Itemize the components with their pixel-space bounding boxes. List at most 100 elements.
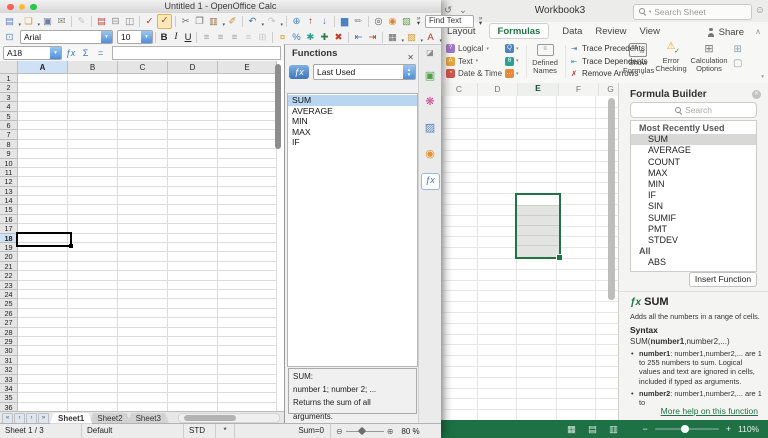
cell-E31[interactable] [218,356,277,365]
cell-E20[interactable] [218,252,277,261]
cell-A6[interactable] [18,121,68,130]
cell-E32[interactable] [218,365,277,374]
cell-A16[interactable] [18,215,68,224]
cell-D1[interactable] [168,74,218,83]
sum-icon[interactable]: Σ [79,48,92,58]
share-button[interactable]: Share [707,27,744,38]
close-window-button[interactable] [7,4,14,11]
cell-A32[interactable] [18,365,68,374]
cell-D21[interactable] [168,262,218,271]
cell-B32[interactable] [68,365,118,374]
row-header-16[interactable]: 16 [0,215,18,224]
zoom-in-icon[interactable]: ⊕ [387,425,394,438]
cell-E13[interactable] [218,187,277,196]
row-header-31[interactable]: 31 [0,356,18,365]
column-header-C[interactable]: C [118,61,168,74]
cell-C10[interactable] [118,159,168,168]
row-header-23[interactable]: 23 [0,281,18,290]
cell-C8[interactable] [118,140,168,149]
cell-B10[interactable] [68,159,118,168]
insert-function-button[interactable]: Insert Function [689,272,757,287]
search-sheet-input[interactable]: ▾ Search Sheet [633,4,752,20]
cell-C21[interactable] [118,262,168,271]
grid-corner-select-all[interactable] [0,61,18,74]
clone-formatting-icon[interactable]: ✐ [226,15,239,28]
feedback-smiley-icon[interactable]: ☺ [755,5,765,16]
cell-D17[interactable] [168,224,218,233]
cell-B18[interactable] [68,234,118,243]
zoom-in-button[interactable]: + [726,424,731,434]
cell-D13[interactable] [168,187,218,196]
cell-E14[interactable] [218,196,277,205]
align-left-icon[interactable]: ≡ [200,31,213,44]
functions-icon[interactable]: ƒx [421,173,440,190]
column-header-B[interactable]: B [68,61,118,74]
row-header-4[interactable]: 4 [0,102,18,111]
function-item-average[interactable]: AVERAGE [288,106,417,117]
name-box-dropdown[interactable]: ▾ [50,47,61,59]
cell-B16[interactable] [68,215,118,224]
cell-B1[interactable] [68,74,118,83]
sheet-tab-sheet2[interactable]: Sheet2 [89,413,130,424]
cell-A35[interactable] [18,393,68,402]
row-header-8[interactable]: 8 [0,140,18,149]
sort-descending-icon[interactable]: ↓ [318,15,331,28]
cell-A34[interactable] [18,384,68,393]
cell-E16[interactable] [218,215,277,224]
font-name-combo[interactable]: Arial ▾ [20,30,113,44]
cell-C7[interactable] [118,130,168,139]
equals-icon[interactable]: = [94,48,107,58]
row-header-26[interactable]: 26 [0,309,18,318]
cell-B35[interactable] [68,393,118,402]
row-header-27[interactable]: 27 [0,318,18,327]
delete-decimal-icon[interactable]: ✖ [332,31,345,44]
zoom-slider[interactable] [346,431,384,432]
function-item-min[interactable]: MIN [631,179,756,190]
cell-B8[interactable] [68,140,118,149]
cell-D24[interactable] [168,290,218,299]
cell-B31[interactable] [68,356,118,365]
cell-E4[interactable] [218,102,277,111]
cell-B26[interactable] [68,309,118,318]
cell-D20[interactable] [168,252,218,261]
cell-D23[interactable] [168,281,218,290]
lookup-reference-icon-button[interactable]: Q▾ [505,43,519,56]
cell-B13[interactable] [68,187,118,196]
cell-E26[interactable] [218,309,277,318]
column-header-D[interactable]: D [168,61,218,74]
cell-C25[interactable] [118,299,168,308]
cell-C3[interactable] [118,93,168,102]
function-wizard-icon[interactable]: ƒx [64,48,77,58]
cell-D10[interactable] [168,159,218,168]
row-header-5[interactable]: 5 [0,112,18,121]
previous-sheet-button[interactable]: ‹ [14,413,25,424]
cell-B29[interactable] [68,337,118,346]
combo-dropdown-button[interactable]: ▾ [141,31,152,43]
cell-D14[interactable] [168,196,218,205]
cell-A22[interactable] [18,271,68,280]
cell-C5[interactable] [118,112,168,121]
cell-D5[interactable] [168,112,218,121]
row-header-7[interactable]: 7 [0,130,18,139]
cell-C22[interactable] [118,271,168,280]
cell-E10[interactable] [218,159,277,168]
cell-A9[interactable] [18,149,68,158]
cell-B5[interactable] [68,112,118,121]
cell-C6[interactable] [118,121,168,130]
excel-vertical-scrollbar[interactable] [608,98,615,300]
cell-A26[interactable] [18,309,68,318]
cell-E34[interactable] [218,384,277,393]
cell-E17[interactable] [218,224,277,233]
cell-C34[interactable] [118,384,168,393]
cell-A33[interactable] [18,375,68,384]
zoom-out-icon[interactable]: ⊖ [336,425,343,438]
row-header-10[interactable]: 10 [0,159,18,168]
page-layout-view-icon[interactable]: ▤ [588,424,597,435]
cell-D32[interactable] [168,365,218,374]
row-header-30[interactable]: 30 [0,346,18,355]
cell-B28[interactable] [68,328,118,337]
row-header-32[interactable]: 32 [0,365,18,374]
zoom-out-button[interactable]: − [642,424,647,434]
cell-C29[interactable] [118,337,168,346]
cell-B6[interactable] [68,121,118,130]
